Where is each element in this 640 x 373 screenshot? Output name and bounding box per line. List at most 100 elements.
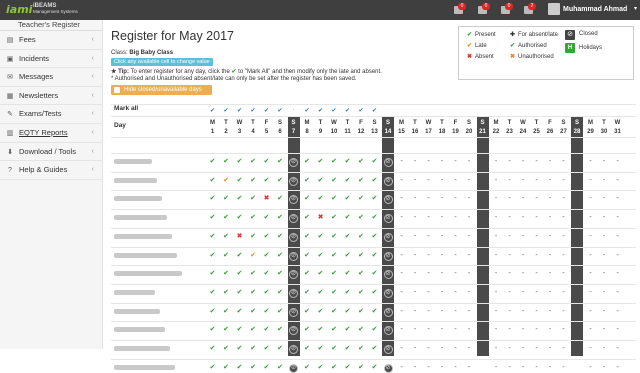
present-check-icon[interactable]: ✔ <box>301 195 314 203</box>
present-check-icon[interactable]: ✔ <box>206 252 219 260</box>
register-cell-empty[interactable]: - <box>530 233 543 241</box>
register-cell-empty[interactable]: - <box>611 214 624 222</box>
present-check-icon[interactable]: ✔ <box>328 326 341 334</box>
register-cell-empty[interactable]: - <box>544 326 557 334</box>
register-cell-empty[interactable]: - <box>544 252 557 260</box>
mark-all-check-icon[interactable]: ✔ <box>233 107 246 114</box>
present-check-icon[interactable]: ✔ <box>220 289 233 297</box>
register-cell-empty[interactable]: - <box>517 233 530 241</box>
present-check-icon[interactable]: ✔ <box>341 345 354 353</box>
sidebar-item-download-tools[interactable]: ⬇ Download / Tools ‹ <box>0 143 102 162</box>
present-check-icon[interactable]: ✔ <box>260 289 273 297</box>
register-cell-empty[interactable]: - <box>584 289 597 297</box>
present-check-icon[interactable]: ✔ <box>274 214 287 222</box>
register-cell-empty[interactable]: - <box>490 177 503 185</box>
register-cell-empty[interactable]: - <box>584 345 597 353</box>
register-cell-empty[interactable]: - <box>449 364 462 372</box>
present-check-icon[interactable]: ✔ <box>274 345 287 353</box>
present-check-icon[interactable]: ✔ <box>247 177 260 185</box>
present-check-icon[interactable]: ✔ <box>247 345 260 353</box>
register-cell-empty[interactable]: - <box>544 158 557 166</box>
register-cell-empty[interactable]: - <box>611 233 624 241</box>
present-check-icon[interactable]: ✔ <box>328 252 341 260</box>
register-cell-empty[interactable]: - <box>584 326 597 334</box>
sidebar-item-messages[interactable]: ✉ Messages ‹ <box>0 68 102 87</box>
sidebar-item-exams-tests[interactable]: ✎ Exams/Tests ‹ <box>0 105 102 124</box>
register-cell-empty[interactable]: - <box>409 177 422 185</box>
register-cell-empty[interactable]: - <box>598 177 611 185</box>
register-cell-empty[interactable]: - <box>503 214 516 222</box>
register-cell-empty[interactable]: - <box>517 364 530 372</box>
present-check-icon[interactable]: ✔ <box>314 345 327 353</box>
register-cell-empty[interactable]: - <box>449 195 462 203</box>
register-cell-empty[interactable]: - <box>544 364 557 372</box>
absent-cross-icon[interactable]: ✖ <box>314 214 327 222</box>
present-check-icon[interactable]: ✔ <box>341 326 354 334</box>
present-check-icon[interactable]: ✔ <box>260 233 273 241</box>
register-cell-empty[interactable]: - <box>544 177 557 185</box>
register-cell-empty[interactable]: - <box>530 345 543 353</box>
present-check-icon[interactable]: ✔ <box>368 252 381 260</box>
present-check-icon[interactable]: ✔ <box>314 308 327 316</box>
register-cell-empty[interactable]: - <box>436 364 449 372</box>
register-cell-empty[interactable]: - <box>611 345 624 353</box>
register-cell-empty[interactable]: - <box>530 326 543 334</box>
register-cell-empty[interactable]: - <box>517 195 530 203</box>
present-check-icon[interactable]: ✔ <box>247 214 260 222</box>
present-check-icon[interactable]: ✔ <box>220 233 233 241</box>
present-check-icon[interactable]: ✔ <box>328 233 341 241</box>
present-check-icon[interactable]: ✔ <box>247 326 260 334</box>
register-cell-empty[interactable]: - <box>557 308 570 316</box>
register-cell-empty[interactable]: - <box>449 345 462 353</box>
mark-all-check-icon[interactable]: ✔ <box>341 107 354 114</box>
register-cell-empty[interactable]: - <box>490 233 503 241</box>
register-cell-empty[interactable]: - <box>395 364 408 372</box>
present-check-icon[interactable]: ✔ <box>355 345 368 353</box>
present-check-icon[interactable]: ✔ <box>274 195 287 203</box>
present-check-icon[interactable]: ✔ <box>247 289 260 297</box>
present-check-icon[interactable]: ✔ <box>233 289 246 297</box>
present-check-icon[interactable]: ✔ <box>220 158 233 166</box>
register-cell-empty[interactable]: - <box>436 345 449 353</box>
register-cell-empty[interactable]: - <box>463 158 476 166</box>
present-check-icon[interactable]: ✔ <box>220 364 233 372</box>
present-check-icon[interactable]: ✔ <box>301 270 314 278</box>
register-cell-empty[interactable]: - <box>490 195 503 203</box>
register-cell-empty[interactable]: - <box>422 308 435 316</box>
register-cell-empty[interactable]: - <box>449 326 462 334</box>
mark-all-check-icon[interactable]: ✔ <box>206 107 219 114</box>
register-cell-empty[interactable]: - <box>409 326 422 334</box>
present-check-icon[interactable]: ✔ <box>260 158 273 166</box>
register-cell-empty[interactable]: - <box>449 214 462 222</box>
present-check-icon[interactable]: ✔ <box>328 345 341 353</box>
register-cell-empty[interactable]: - <box>584 308 597 316</box>
present-check-icon[interactable]: ✔ <box>301 308 314 316</box>
mark-all-check-icon[interactable]: ✔ <box>314 107 327 114</box>
present-check-icon[interactable]: ✔ <box>260 364 273 372</box>
present-check-icon[interactable]: ✔ <box>341 195 354 203</box>
sidebar-item-fees[interactable]: ▤ Fees ‹ <box>0 31 102 50</box>
register-cell-empty[interactable]: - <box>544 195 557 203</box>
present-check-icon[interactable]: ✔ <box>301 214 314 222</box>
present-check-icon[interactable]: ✔ <box>341 177 354 185</box>
register-cell-empty[interactable]: - <box>503 345 516 353</box>
register-cell-empty[interactable]: - <box>463 308 476 316</box>
register-cell-empty[interactable]: - <box>409 158 422 166</box>
present-check-icon[interactable]: ✔ <box>206 345 219 353</box>
register-cell-empty[interactable]: - <box>490 158 503 166</box>
present-check-icon[interactable]: ✔ <box>260 345 273 353</box>
present-check-icon[interactable]: ✔ <box>260 326 273 334</box>
present-check-icon[interactable]: ✔ <box>368 345 381 353</box>
present-check-icon[interactable]: ✔ <box>233 177 246 185</box>
present-check-icon[interactable]: ✔ <box>233 308 246 316</box>
register-cell-empty[interactable]: - <box>611 289 624 297</box>
register-cell-empty[interactable]: - <box>584 195 597 203</box>
register-cell-empty[interactable]: - <box>463 214 476 222</box>
present-check-icon[interactable]: ✔ <box>355 326 368 334</box>
present-check-icon[interactable]: ✔ <box>260 214 273 222</box>
present-check-icon[interactable]: ✔ <box>328 289 341 297</box>
present-check-icon[interactable]: ✔ <box>274 252 287 260</box>
present-check-icon[interactable]: ✔ <box>233 214 246 222</box>
register-cell-empty[interactable]: - <box>436 252 449 260</box>
sidebar-item-incidents[interactable]: ▣ Incidents ‹ <box>0 50 102 69</box>
